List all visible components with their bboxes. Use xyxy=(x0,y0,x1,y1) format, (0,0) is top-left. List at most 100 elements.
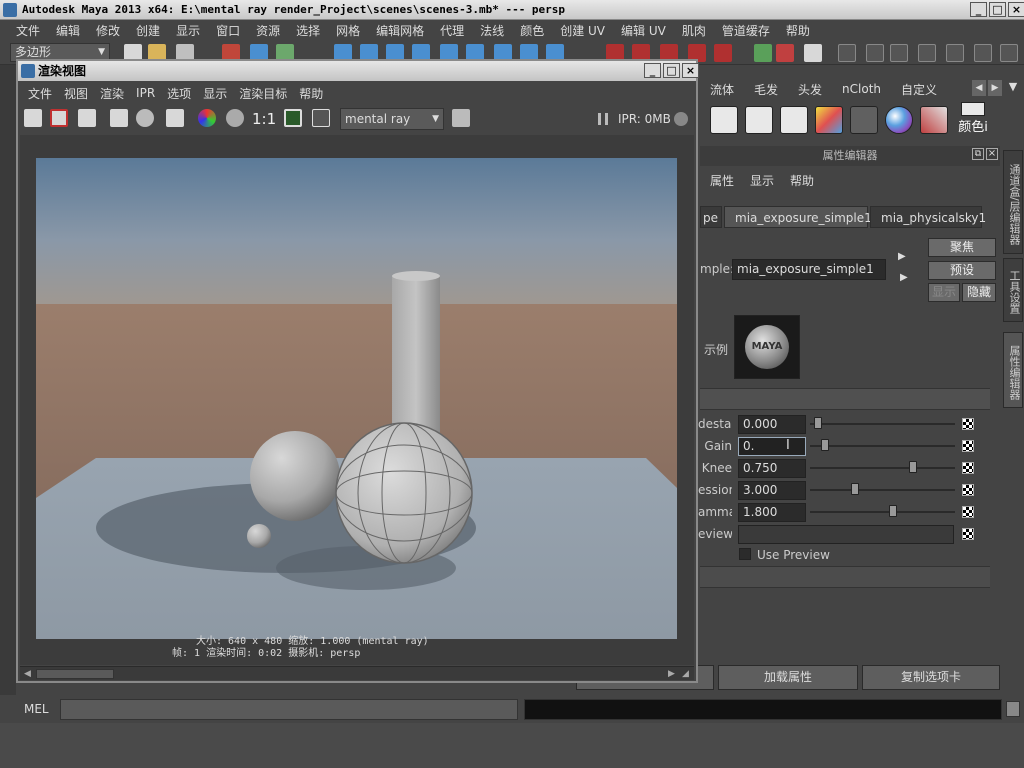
pedestal-map-icon[interactable] xyxy=(962,418,974,430)
knee-field[interactable]: 0.750 xyxy=(738,459,806,478)
shelf-tab-fluids[interactable]: 流体 xyxy=(700,81,744,98)
renderer-select[interactable]: mental ray ▼ xyxy=(340,108,444,130)
menu-create[interactable]: 创建 xyxy=(128,22,168,39)
minimize-button[interactable]: _ xyxy=(970,2,987,17)
rv-menu-options[interactable]: 选项 xyxy=(161,85,197,102)
side-tab-tool-settings[interactable]: 工具设置 xyxy=(1003,258,1023,322)
copy-tab-button[interactable]: 复制选项卡 xyxy=(862,665,1000,690)
menu-create-uvs[interactable]: 创建 UV xyxy=(552,22,613,39)
delete-history-icon[interactable] xyxy=(850,106,878,134)
gamma-slider[interactable] xyxy=(810,511,955,513)
knee-map-icon[interactable] xyxy=(962,462,974,474)
zoom-1-1-button[interactable]: 1:1 xyxy=(252,110,276,128)
gamma-slider-knob[interactable] xyxy=(889,505,898,517)
knee-slider[interactable] xyxy=(810,467,955,469)
resize-grip-icon[interactable]: ◢ xyxy=(682,669,689,679)
shelf-scroll-right-icon[interactable]: ▶ xyxy=(988,80,1002,96)
channel-box-icon[interactable] xyxy=(890,44,908,62)
render-view-title-bar[interactable]: 渲染视图 xyxy=(18,61,696,81)
attribute-editor-icon[interactable] xyxy=(838,44,856,62)
side-tab-attribute-editor[interactable]: 属性编辑器 xyxy=(1003,332,1023,408)
shelf-tab-custom[interactable]: 自定义 xyxy=(891,81,947,98)
gamma-field[interactable]: 1.800 xyxy=(738,503,806,522)
rv-menu-display[interactable]: 显示 xyxy=(197,85,233,102)
close-panel-icon[interactable]: × xyxy=(986,148,998,160)
ae-tab-previous[interactable]: pe xyxy=(700,206,722,228)
compression-slider[interactable] xyxy=(810,489,955,491)
snapshot-icon[interactable] xyxy=(78,109,96,127)
pedestal-field[interactable]: 0.000 xyxy=(738,415,806,434)
menu-muscle[interactable]: 肌肉 xyxy=(674,22,714,39)
menu-edit[interactable]: 编辑 xyxy=(48,22,88,39)
gamma-map-icon[interactable] xyxy=(962,506,974,518)
rendered-image[interactable] xyxy=(36,158,677,639)
gain-field[interactable]: 0. xyxy=(738,437,806,456)
outliner-icon[interactable] xyxy=(946,44,964,62)
rv-minimize-button[interactable]: _ xyxy=(644,63,661,78)
alpha-channel-icon[interactable] xyxy=(226,109,244,127)
shelf-menu-icon[interactable]: ▼ xyxy=(1006,80,1020,96)
menu-display[interactable]: 显示 xyxy=(168,22,208,39)
render-settings-icon-rv[interactable] xyxy=(166,109,184,127)
pedestal-slider-knob[interactable] xyxy=(814,417,823,429)
presets-button[interactable]: 预设 xyxy=(928,261,996,280)
tool-settings-icon[interactable] xyxy=(866,44,884,62)
section-header[interactable] xyxy=(700,388,990,410)
ae-menu-display[interactable]: 显示 xyxy=(742,172,782,189)
pause-icon[interactable] xyxy=(598,113,608,125)
rv-close-button[interactable]: × xyxy=(682,63,699,78)
close-button[interactable]: × xyxy=(1008,2,1024,17)
select-by-name-icon[interactable] xyxy=(776,44,794,62)
sidebar-more-icon[interactable] xyxy=(1000,44,1018,62)
menu-edit-mesh[interactable]: 编辑网格 xyxy=(368,22,432,39)
menu-normals[interactable]: 法线 xyxy=(472,22,512,39)
sidebar-toggle-icon[interactable] xyxy=(804,44,822,62)
redo-render-icon[interactable] xyxy=(24,109,42,127)
focus-output-icon[interactable]: ▶ xyxy=(900,272,914,284)
menu-edit-uvs[interactable]: 编辑 UV xyxy=(613,22,674,39)
shelf-tab-fur[interactable]: 毛发 xyxy=(744,81,788,98)
remove-image-icon[interactable] xyxy=(312,109,330,127)
sample-swatch[interactable]: MAYA xyxy=(734,315,800,379)
render-region-icon[interactable] xyxy=(50,109,68,127)
rv-menu-file[interactable]: 文件 xyxy=(22,85,58,102)
show-button[interactable]: 显示 xyxy=(928,283,960,302)
knee-slider-knob[interactable] xyxy=(908,461,917,473)
horizontal-scrollbar[interactable]: ◀ ▶ ◢ xyxy=(20,666,694,680)
use-preview-checkbox[interactable] xyxy=(739,548,751,560)
shelf-scroll-left-icon[interactable]: ◀ xyxy=(972,80,986,96)
render-sequence-icon[interactable] xyxy=(710,106,738,134)
menu-pipeline-cache[interactable]: 管道缓存 xyxy=(714,22,778,39)
batch-render-icon[interactable] xyxy=(745,106,773,134)
gain-map-icon[interactable] xyxy=(962,440,974,452)
load-attributes-button[interactable]: 加载属性 xyxy=(718,665,858,690)
script-editor-icon[interactable] xyxy=(1006,701,1020,717)
render-layer-icon[interactable] xyxy=(452,109,470,127)
ipr-icon[interactable] xyxy=(110,109,128,127)
scroll-left-icon[interactable]: ◀ xyxy=(24,669,31,679)
menu-mesh[interactable]: 网格 xyxy=(328,22,368,39)
ae-tab-physicalsky[interactable]: mia_physicalsky1 xyxy=(870,206,986,228)
color-shelf-item[interactable]: 颜色i xyxy=(953,102,993,138)
mel-label[interactable]: MEL xyxy=(24,702,49,716)
render-checklist-icon[interactable] xyxy=(780,106,808,134)
input-line-icon[interactable] xyxy=(754,44,772,62)
material-swatch-icon[interactable] xyxy=(815,106,843,134)
ae-menu-attributes[interactable]: 属性 xyxy=(702,172,742,189)
rv-menu-view[interactable]: 视图 xyxy=(58,85,94,102)
refresh-icon[interactable] xyxy=(136,109,154,127)
render-magnet-icon[interactable] xyxy=(714,44,732,62)
menu-color[interactable]: 颜色 xyxy=(512,22,552,39)
rgb-channel-icon[interactable] xyxy=(198,109,216,127)
compression-map-icon[interactable] xyxy=(962,484,974,496)
compression-field[interactable]: 3.000 xyxy=(738,481,806,500)
section-header-2[interactable] xyxy=(700,566,990,588)
menu-proxy[interactable]: 代理 xyxy=(432,22,472,39)
focus-input-icon[interactable]: ▶ xyxy=(898,251,912,263)
menu-file[interactable]: 文件 xyxy=(8,22,48,39)
node-name-field[interactable]: mia_exposure_simple1 xyxy=(732,259,886,280)
menu-select[interactable]: 选择 xyxy=(288,22,328,39)
layer-editor-icon[interactable] xyxy=(974,44,992,62)
ae-tab-exposure[interactable]: mia_exposure_simple1 xyxy=(724,206,872,228)
menu-window[interactable]: 窗口 xyxy=(208,22,248,39)
